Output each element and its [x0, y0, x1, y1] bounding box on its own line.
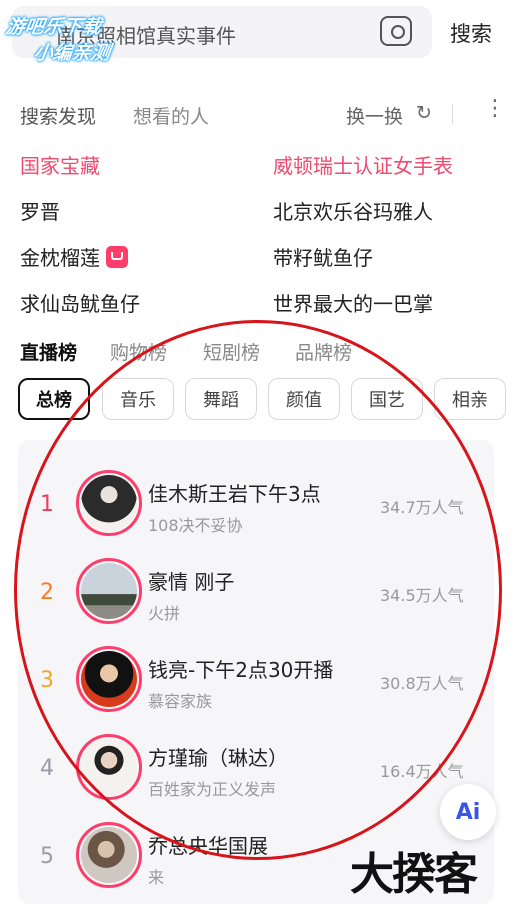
suggestion-item-wrap[interactable]: 金枕榴莲: [20, 242, 128, 271]
tab-short-drama-rank[interactable]: 短剧榜: [203, 338, 260, 365]
suggestion-item[interactable]: 罗晋: [20, 196, 60, 225]
search-button[interactable]: 搜索: [450, 18, 492, 48]
chip-overall[interactable]: 总榜: [18, 378, 90, 420]
rank-number: 3: [40, 668, 54, 693]
avatar[interactable]: [76, 822, 142, 888]
camera-icon[interactable]: [380, 16, 412, 46]
chip-dating[interactable]: 相亲: [434, 378, 506, 420]
streamer-subtitle: 108决不妥协: [148, 516, 243, 535]
suggestion-item[interactable]: 金枕榴莲: [20, 246, 100, 270]
divider: [452, 104, 453, 124]
rank-number: 4: [40, 756, 54, 781]
streamer-name: 佳木斯王岩下午3点: [148, 482, 321, 506]
watermark-text-2: 小编亲测: [32, 42, 112, 64]
tab-shopping-rank[interactable]: 购物榜: [110, 338, 167, 365]
avatar[interactable]: [76, 470, 142, 536]
streamer-name: 豪情 刚子: [148, 570, 235, 594]
more-icon[interactable]: ⋮: [484, 96, 506, 121]
brand-watermark: 大揆客: [350, 849, 478, 900]
rank-row[interactable]: 3 钱亮-下午2点30开播 慕容家族 30.8万人气: [18, 638, 494, 726]
popularity: 34.7万人气: [380, 498, 464, 517]
chip-dance[interactable]: 舞蹈: [185, 378, 257, 420]
watermark-text: 游吧乐下载: [4, 16, 103, 38]
chip-music[interactable]: 音乐: [102, 378, 174, 420]
suggestion-item[interactable]: 威顿瑞士认证女手表: [273, 150, 453, 179]
rank-number: 2: [40, 580, 54, 605]
popularity: 34.5万人气: [380, 586, 464, 605]
tab-brand-rank[interactable]: 品牌榜: [295, 338, 352, 365]
tab-want-to-see[interactable]: 想看的人: [133, 102, 209, 129]
shop-bag-icon: [106, 246, 128, 268]
chip-looks[interactable]: 颜值: [268, 378, 340, 420]
streamer-name: 钱亮-下午2点30开播: [148, 658, 334, 682]
refresh-button[interactable]: 换一换: [346, 102, 403, 129]
streamer-subtitle: 百姓家为正义发声: [148, 780, 277, 799]
streamer-subtitle: 慕容家族: [148, 692, 213, 711]
rank-row[interactable]: 4 方瑾瑜（琳达） 百姓家为正义发声 16.4万人气: [18, 726, 494, 814]
tab-live-rank[interactable]: 直播榜: [20, 338, 77, 365]
streamer-subtitle: 来: [148, 868, 165, 887]
suggestion-item[interactable]: 北京欢乐谷玛雅人: [273, 196, 433, 225]
suggestion-item[interactable]: 国家宝藏: [20, 150, 100, 179]
avatar[interactable]: [76, 558, 142, 624]
suggestion-item[interactable]: 带籽鱿鱼仔: [273, 242, 373, 271]
suggestion-item[interactable]: 求仙岛鱿鱼仔: [20, 288, 140, 317]
rank-number: 1: [40, 492, 54, 517]
suggestion-item[interactable]: 世界最大的一巴掌: [273, 288, 433, 317]
rank-number: 5: [40, 844, 54, 869]
ai-assistant-button[interactable]: Ai: [440, 784, 496, 840]
avatar[interactable]: [76, 734, 142, 800]
streamer-name: 乔总央华国展: [148, 834, 268, 858]
streamer-subtitle: 火拼: [148, 604, 181, 623]
rank-row[interactable]: 1 佳木斯王岩下午3点 108决不妥协 34.7万人气: [18, 462, 494, 550]
popularity: 30.8万人气: [380, 674, 464, 693]
popularity: 16.4万人气: [380, 762, 464, 781]
avatar[interactable]: [76, 646, 142, 712]
streamer-name: 方瑾瑜（琳达）: [148, 746, 288, 770]
chip-folk-art[interactable]: 国艺: [351, 378, 423, 420]
refresh-icon[interactable]: ↻: [416, 102, 432, 124]
tab-search-discover[interactable]: 搜索发现: [20, 102, 96, 129]
rank-row[interactable]: 2 豪情 刚子 火拼 34.5万人气: [18, 550, 494, 638]
